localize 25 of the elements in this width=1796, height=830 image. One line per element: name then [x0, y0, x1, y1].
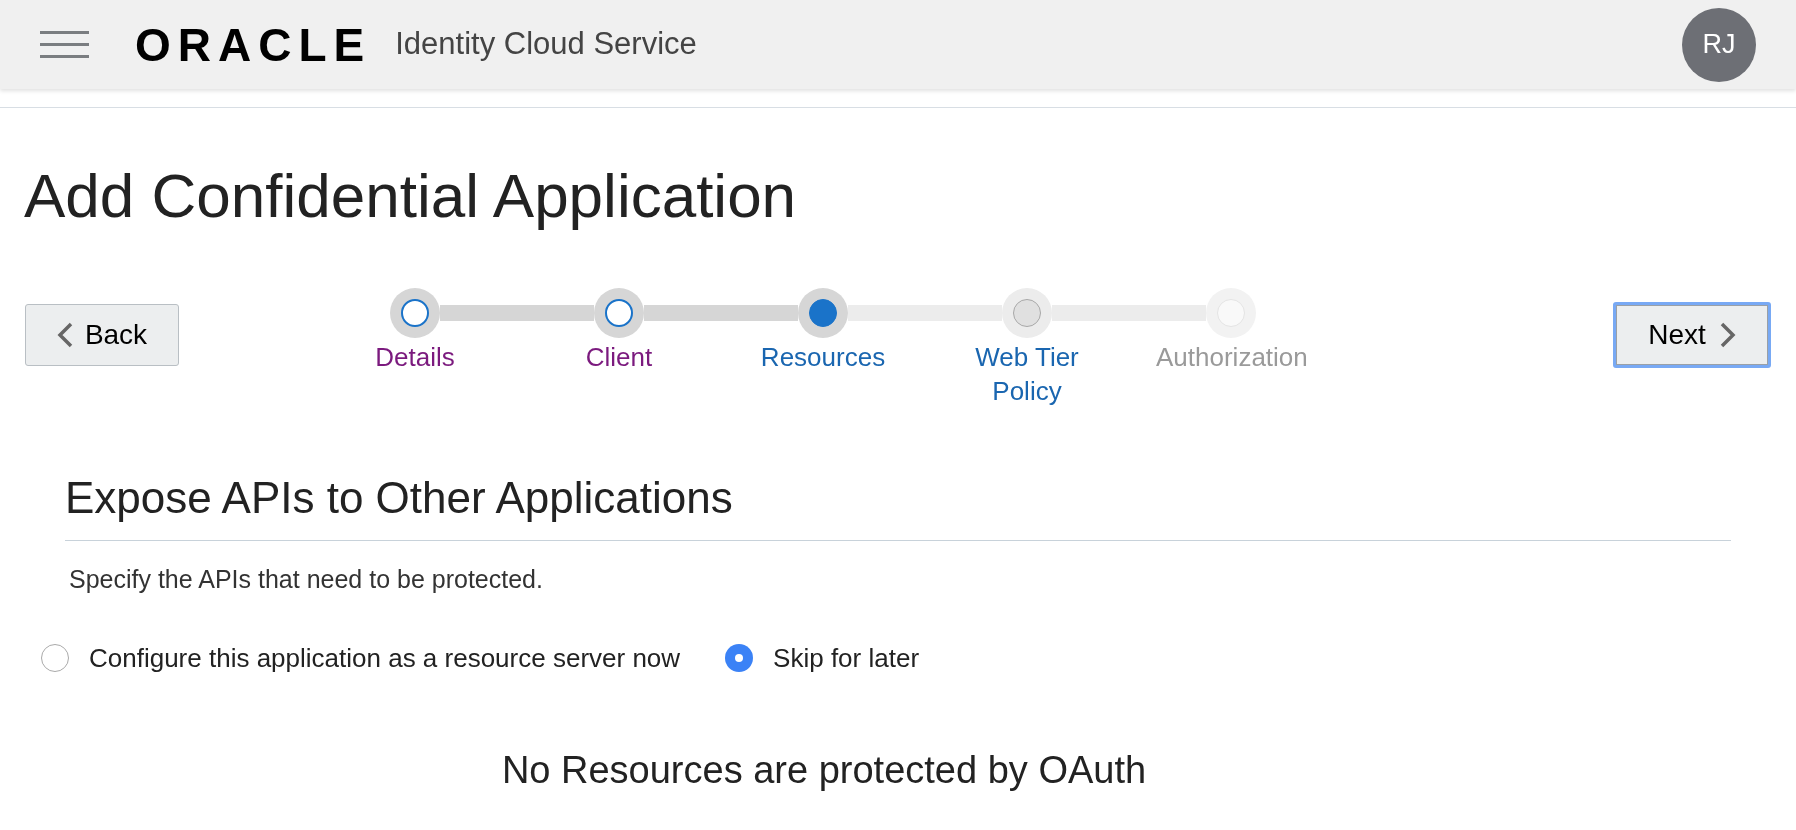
radio-option[interactable]: Configure this application as a resource server now — [41, 638, 681, 678]
chevron-right-icon — [1719, 322, 1736, 348]
section-description: Specify the APIs that need to be protected. — [69, 564, 544, 595]
product-name: Identity Cloud Service — [395, 25, 697, 64]
section-title: Expose APIs to Other Applications — [65, 472, 734, 524]
step-label[interactable]: Client — [544, 340, 694, 374]
radio-option[interactable]: Skip for later — [725, 638, 920, 678]
step-label[interactable]: Details — [340, 340, 490, 374]
next-button[interactable]: Next — [1613, 302, 1771, 368]
radio-button[interactable] — [41, 644, 69, 672]
step-indicator[interactable] — [809, 299, 837, 327]
menu-icon[interactable] — [40, 30, 89, 59]
chevron-left-icon — [56, 322, 73, 348]
user-avatar[interactable]: RJ — [1682, 7, 1756, 82]
page-title: Add Confidential Application — [24, 160, 798, 232]
radio-label: Configure this application as a resource server now — [89, 641, 681, 675]
radio-label: Skip for later — [773, 641, 920, 675]
logo: ORACLE — [135, 21, 372, 68]
step-indicator[interactable] — [605, 299, 633, 327]
radio-button[interactable] — [725, 644, 754, 672]
step-label[interactable]: Resources — [748, 340, 898, 374]
back-button[interactable]: Back — [25, 304, 179, 366]
empty-message: No Resources are protected by OAuth — [500, 747, 1148, 793]
step-label[interactable]: Web Tier Policy — [952, 340, 1102, 408]
step-indicator[interactable] — [401, 299, 429, 327]
